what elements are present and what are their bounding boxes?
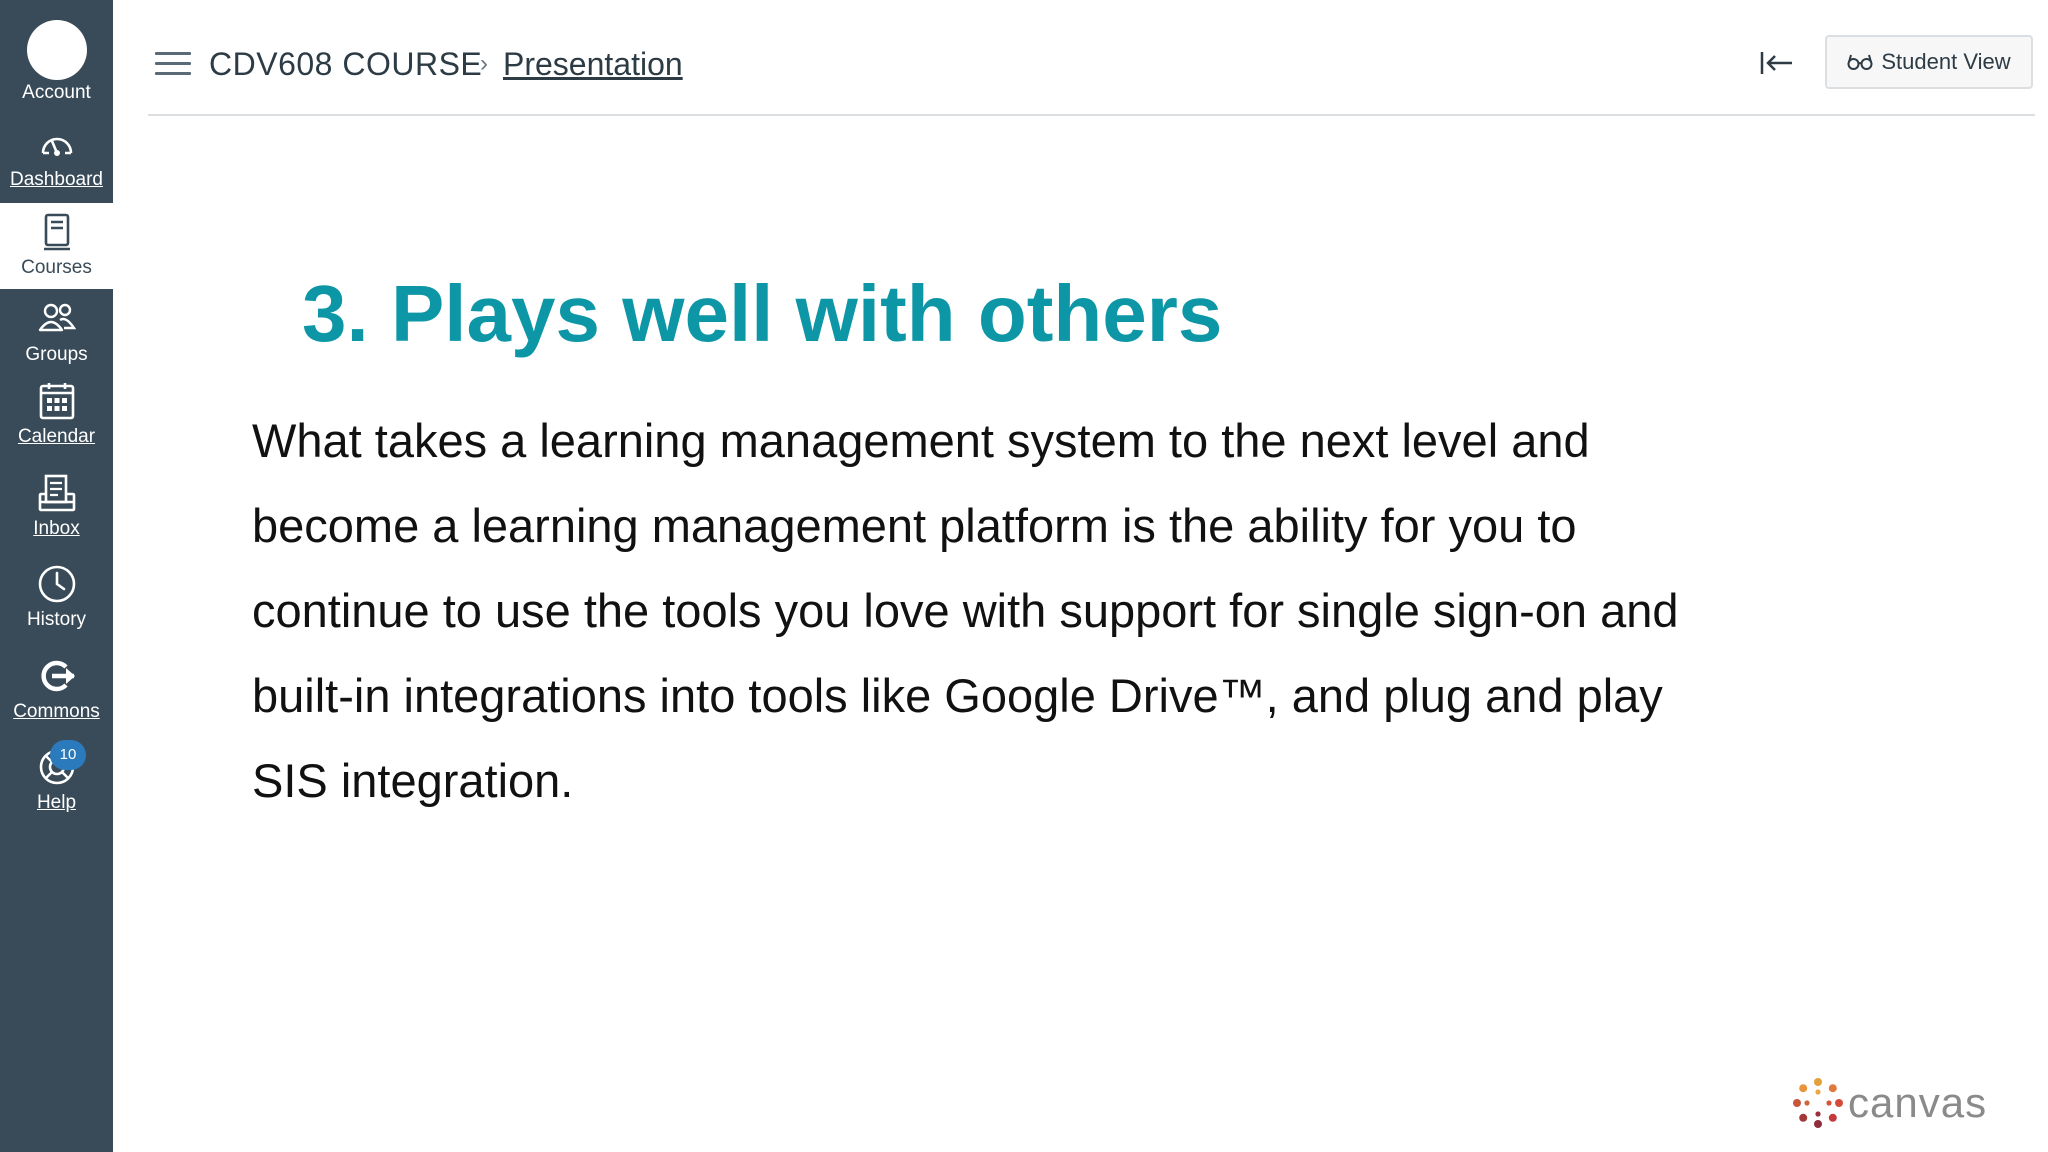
slide-title: 3. Plays well with others (302, 269, 1223, 358)
courses-icon (43, 213, 70, 251)
slide-body-line: built-in integrations into tools like Go… (252, 669, 1663, 722)
nav-dashboard-label: Dashboard (10, 169, 103, 190)
nav-dashboard[interactable]: Dashboard (0, 123, 113, 203)
nav-account-label: Account (22, 82, 91, 103)
nav-groups-label: Groups (25, 344, 88, 365)
course-menu-toggle-button[interactable] (155, 50, 191, 78)
slide-body-line: SIS integration. (252, 754, 574, 807)
nav-calendar[interactable]: Calendar (0, 380, 113, 456)
global-navigation: Account Dashboard Courses Groups Calenda… (0, 0, 113, 1152)
chevron-right-icon: › (480, 50, 488, 77)
glasses-icon (1847, 54, 1873, 70)
calendar-icon (39, 383, 74, 420)
dashboard-icon (41, 137, 72, 156)
slide-body-line: continue to use the tools you love with … (252, 584, 1679, 637)
avatar (26, 20, 87, 80)
nav-groups[interactable]: Groups (0, 298, 113, 368)
history-icon (38, 565, 75, 603)
nav-help-label: Help (36, 792, 77, 813)
nav-courses[interactable]: Courses (0, 203, 113, 289)
canvas-logo: canvas (1792, 1075, 1992, 1131)
help-notification-badge: 10 (50, 740, 86, 770)
inbox-icon (38, 474, 75, 512)
breadcrumb-course-name[interactable]: CDV608 COURSE (209, 46, 482, 83)
nav-courses-label: Courses (21, 257, 92, 278)
breadcrumb-current-page[interactable]: Presentation (503, 46, 683, 83)
nav-calendar-label: Calendar (17, 426, 96, 447)
slide-body-line: What takes a learning management system … (252, 414, 1590, 467)
arrow-start-icon (1760, 52, 1792, 74)
nav-history[interactable]: History (0, 563, 113, 639)
nav-commons[interactable]: Commons (0, 655, 113, 731)
slide-body-line: become a learning management platform is… (252, 499, 1577, 552)
commons-icon (40, 660, 75, 692)
groups-icon (38, 303, 76, 332)
nav-inbox-label: Inbox (33, 518, 80, 539)
collapse-sidebar-button[interactable] (1756, 46, 1796, 80)
nav-account[interactable]: Account (0, 0, 113, 105)
student-view-label: Student View (1881, 49, 2011, 74)
header-divider (148, 114, 2035, 116)
nav-history-label: History (26, 609, 87, 630)
nav-commons-label: Commons (13, 701, 100, 722)
slide-body: What takes a learning management system … (252, 398, 1812, 823)
student-view-button[interactable]: Student View (1825, 35, 2033, 89)
nav-inbox[interactable]: Inbox (0, 472, 113, 548)
canvas-logo-icon (1793, 1078, 1843, 1128)
canvas-wordmark: canvas (1848, 1079, 1988, 1126)
